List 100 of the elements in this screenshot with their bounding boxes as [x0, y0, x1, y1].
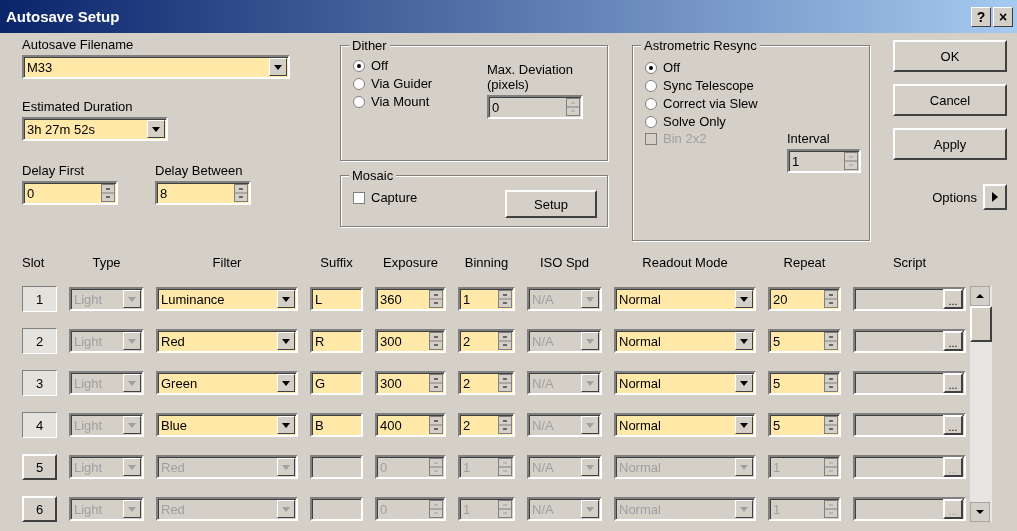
column-header: Suffix	[319, 255, 354, 270]
spin-arrows-icon	[429, 374, 443, 392]
column-header: Repeat	[782, 255, 827, 270]
dialog-button[interactable]: OK	[893, 40, 1007, 72]
max-deviation-label: Max. Deviation (pixels)	[487, 62, 574, 92]
suffix-field[interactable]: R	[310, 329, 363, 353]
repeat-spinner[interactable]: 5	[768, 329, 841, 353]
triangle-right-icon	[992, 192, 998, 202]
suffix-field[interactable]	[310, 497, 363, 521]
group-title: Dither	[349, 38, 390, 53]
slot-button[interactable]: 4	[22, 412, 57, 438]
caret-icon	[282, 338, 290, 344]
caret-icon	[128, 464, 136, 470]
spin-arrows-icon	[498, 290, 512, 308]
caret-icon	[586, 464, 594, 470]
delay-first-label: Delay First	[22, 163, 86, 178]
script-field[interactable]: ...	[853, 329, 966, 353]
binning-spinner[interactable]: 1	[458, 287, 515, 311]
suffix-field[interactable]: B	[310, 413, 363, 437]
filter-dropdown[interactable]: Red	[156, 329, 298, 353]
caret-icon	[282, 296, 290, 302]
spin-arrows-icon	[844, 152, 858, 170]
exposure-spinner[interactable]: 360	[375, 287, 446, 311]
slot-button[interactable]: 2	[22, 328, 57, 354]
dialog-button[interactable]: Cancel	[893, 84, 1007, 116]
slot-button[interactable]: 3	[22, 370, 57, 396]
binning-spinner[interactable]: 2	[458, 329, 515, 353]
browse-button[interactable]: ...	[943, 373, 963, 393]
scrollbar[interactable]	[970, 286, 992, 522]
caret-icon	[128, 338, 136, 344]
dialog-button[interactable]: Apply	[893, 128, 1007, 160]
spin-arrows-icon	[824, 332, 838, 350]
script-field[interactable]: ...	[853, 287, 966, 311]
interval-label: Interval	[787, 131, 830, 146]
spin-arrows-icon	[429, 500, 443, 518]
scroll-up-icon[interactable]	[970, 286, 990, 306]
spin-arrows-icon	[824, 290, 838, 308]
spin-arrows-icon	[498, 332, 512, 350]
filter-dropdown[interactable]: Blue	[156, 413, 298, 437]
readout-dropdown[interactable]: Normal	[614, 413, 756, 437]
readout-dropdown[interactable]: Normal	[614, 329, 756, 353]
radio-option[interactable]: Off	[353, 58, 389, 73]
column-header: Exposure	[382, 255, 439, 270]
slot-button[interactable]: 1	[22, 286, 57, 312]
caret-icon	[586, 296, 594, 302]
caret-icon	[282, 422, 290, 428]
exposure-spinner[interactable]: 300	[375, 371, 446, 395]
delay-between-spinner[interactable]: 8	[155, 181, 251, 205]
delay-first-spinner[interactable]: 0	[22, 181, 118, 205]
radio-option[interactable]: Correct via Slew	[645, 96, 758, 111]
slot-button[interactable]: 6	[22, 496, 57, 522]
radio-option[interactable]: Via Mount	[353, 94, 430, 109]
exposure-spinner[interactable]: 400	[375, 413, 446, 437]
capture-checkbox[interactable]: Capture	[353, 190, 418, 205]
column-header: Readout Mode	[641, 255, 729, 270]
browse-button[interactable]: ...	[943, 331, 963, 351]
spin-arrows-icon	[429, 458, 443, 476]
suffix-field[interactable]: G	[310, 371, 363, 395]
radio-option[interactable]: Sync Telescope	[645, 78, 754, 93]
close-button[interactable]: ×	[993, 6, 1013, 27]
caret-icon	[740, 422, 748, 428]
script-field[interactable]: ...	[853, 371, 966, 395]
filter-dropdown[interactable]: Green	[156, 371, 298, 395]
slot-button[interactable]: 5	[22, 454, 57, 480]
expand-button[interactable]	[983, 184, 1007, 210]
caret-icon	[128, 422, 136, 428]
spin-arrows-icon	[824, 500, 838, 518]
duration-label: Estimated Duration	[22, 99, 133, 114]
suffix-field[interactable]	[310, 455, 363, 479]
filter-dropdown[interactable]: Luminance	[156, 287, 298, 311]
setup-button[interactable]: Setup	[505, 190, 597, 218]
binning-spinner[interactable]: 2	[458, 413, 515, 437]
binning-spinner[interactable]: 2	[458, 371, 515, 395]
suffix-field[interactable]: L	[310, 287, 363, 311]
readout-dropdown[interactable]: Normal	[614, 287, 756, 311]
options-label: Options	[932, 189, 977, 205]
radio-option[interactable]: Via Guider	[353, 76, 433, 91]
caret-icon	[152, 126, 160, 132]
scroll-down-icon[interactable]	[970, 502, 990, 522]
caret-icon	[740, 506, 748, 512]
spin-arrows-icon	[498, 374, 512, 392]
duration-dropdown[interactable]: 3h 27m 52s	[22, 117, 168, 141]
filename-dropdown[interactable]: M33	[22, 55, 290, 79]
radio-option[interactable]: Off	[645, 60, 681, 75]
repeat-spinner[interactable]: 5	[768, 413, 841, 437]
readout-dropdown[interactable]: Normal	[614, 371, 756, 395]
scroll-thumb[interactable]	[970, 306, 992, 342]
spin-arrows-icon	[234, 184, 248, 202]
browse-button[interactable]: ...	[943, 415, 963, 435]
repeat-spinner[interactable]: 5	[768, 371, 841, 395]
repeat-spinner[interactable]: 20	[768, 287, 841, 311]
browse-button[interactable]: ...	[943, 289, 963, 309]
delay-between-label: Delay Between	[155, 163, 244, 178]
script-field[interactable]: ...	[853, 413, 966, 437]
spin-arrows-icon	[429, 416, 443, 434]
radio-option[interactable]: Solve Only	[645, 114, 726, 129]
caret-icon	[128, 296, 136, 302]
exposure-spinner[interactable]: 300	[375, 329, 446, 353]
group-title: Mosaic	[349, 168, 397, 183]
help-button[interactable]: ?	[971, 6, 991, 27]
